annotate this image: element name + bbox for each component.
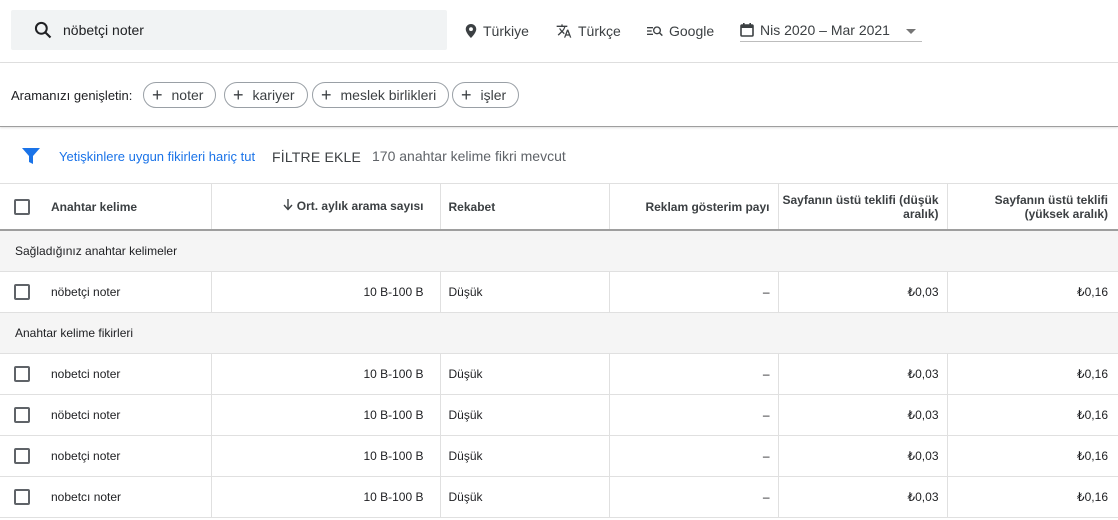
header-bid-low-label: Sayfanın üstü teklifi (düşük aralık): [782, 192, 939, 221]
section-row: Anahtar kelime fikirleri: [0, 312, 1118, 354]
chip-meslek-birlikleri[interactable]: + meslek birlikleri: [312, 82, 450, 108]
chip-kariyer[interactable]: + kariyer: [224, 82, 308, 108]
chip-noter[interactable]: + noter: [143, 82, 217, 108]
search-icon: [34, 21, 52, 39]
bid-high-cell: ₺0,16: [947, 271, 1118, 313]
header-keyword[interactable]: Anahtar kelime: [44, 184, 212, 231]
row-select-cell: [0, 435, 44, 477]
language-selector[interactable]: Türkçe: [556, 20, 621, 42]
table-row[interactable]: nobetci noter 10 B-100 B Düşük – ₺0,03 ₺…: [0, 353, 1118, 395]
keyword-cell: nobetçi noter: [44, 435, 212, 477]
table-row[interactable]: nöbetçi noter 10 B-100 B Düşük – ₺0,03 ₺…: [0, 271, 1118, 313]
keyword-cell: nobetci noter: [44, 353, 212, 395]
row-select-cell: [0, 394, 44, 436]
network-label: Google: [669, 23, 715, 39]
arrow-down-icon: [283, 199, 293, 214]
plus-icon: +: [461, 85, 472, 105]
select-all-cell: [0, 184, 44, 231]
share-cell: –: [609, 476, 779, 518]
network-selector[interactable]: Google: [647, 20, 714, 42]
table-row[interactable]: nobetçi noter 10 B-100 B Düşük – ₺0,03 ₺…: [0, 435, 1118, 477]
chip-label: meslek birlikleri: [340, 87, 437, 103]
header-avg-searches-label: Ort. aylık arama sayısı: [296, 198, 424, 213]
header-bid-low[interactable]: Sayfanın üstü teklifi (düşük aralık): [778, 184, 948, 231]
filter-row: Yetişkinlere uygun fikirleri hariç tut F…: [0, 128, 1118, 184]
table-row[interactable]: nobetcı noter 10 B-100 B Düşük – ₺0,03 ₺…: [0, 476, 1118, 518]
search-network-icon: [647, 26, 663, 37]
chip-label: kariyer: [252, 87, 295, 103]
keyword-table: Anahtar kelime Ort. aylık arama sayısı R…: [0, 184, 1118, 518]
header-impression-share[interactable]: Reklam gösterim payı: [609, 184, 779, 231]
keyword-idea-count: 170 anahtar kelime fikri mevcut: [372, 148, 566, 164]
share-cell: –: [609, 435, 779, 477]
bid-low-cell: ₺0,03: [778, 476, 948, 518]
row-checkbox[interactable]: [14, 488, 30, 505]
row-checkbox[interactable]: [14, 406, 30, 423]
keyword-cell: nöbetçi noter: [44, 271, 212, 313]
select-all-checkbox[interactable]: [14, 198, 30, 215]
add-filter-button[interactable]: FİLTRE EKLE: [272, 149, 361, 165]
chevron-down-icon[interactable]: [906, 29, 916, 34]
searches-cell: 10 B-100 B: [211, 394, 441, 436]
table-row[interactable]: nöbetci noter 10 B-100 B Düşük – ₺0,03 ₺…: [0, 394, 1118, 436]
row-checkbox[interactable]: [14, 283, 30, 300]
plus-icon: +: [152, 85, 163, 105]
bid-high-cell: ₺0,16: [947, 435, 1118, 477]
bid-low-cell: ₺0,03: [778, 271, 948, 313]
expand-label: Aramanızı genişletin:: [11, 88, 133, 103]
row-checkbox[interactable]: [14, 447, 30, 464]
bid-high-cell: ₺0,16: [947, 394, 1118, 436]
bid-low-cell: ₺0,03: [778, 394, 948, 436]
top-bar: Türkiye Türkçe Google Nis 2020 – Mar 202…: [0, 0, 1118, 63]
competition-cell: Düşük: [440, 394, 610, 436]
filter-icon[interactable]: [22, 148, 40, 164]
header-bid-high[interactable]: Sayfanın üstü teklifi (yüksek aralık): [947, 184, 1118, 231]
chip-label: noter: [171, 87, 204, 103]
location-pin-icon: [465, 24, 477, 38]
competition-cell: Düşük: [440, 353, 610, 395]
date-range-label: Nis 2020 – Mar 2021: [760, 21, 890, 38]
location-label: Türkiye: [483, 23, 529, 39]
searches-cell: 10 B-100 B: [211, 476, 441, 518]
competition-cell: Düşük: [440, 476, 610, 518]
chip-isler[interactable]: + işler: [452, 82, 520, 108]
bid-high-cell: ₺0,16: [947, 353, 1118, 395]
keyword-cell: nobetcı noter: [44, 476, 212, 518]
location-selector[interactable]: Türkiye: [465, 20, 529, 42]
date-range-selector[interactable]: Nis 2020 – Mar 2021: [740, 20, 922, 42]
competition-cell: Düşük: [440, 435, 610, 477]
calendar-icon: [740, 22, 754, 37]
plus-icon: +: [233, 85, 244, 105]
search-input[interactable]: [63, 10, 433, 50]
row-select-cell: [0, 271, 44, 313]
section-provided-label: Sağladığınız anahtar kelimeler: [0, 230, 1118, 272]
plus-icon: +: [321, 85, 332, 105]
share-cell: –: [609, 353, 779, 395]
header-avg-searches[interactable]: Ort. aylık arama sayısı: [211, 184, 441, 231]
row-select-cell: [0, 353, 44, 395]
searches-cell: 10 B-100 B: [211, 353, 441, 395]
language-label: Türkçe: [578, 23, 621, 39]
competition-cell: Düşük: [440, 271, 610, 313]
keyword-cell: nöbetci noter: [44, 394, 212, 436]
share-cell: –: [609, 271, 779, 313]
row-select-cell: [0, 476, 44, 518]
section-ideas-label: Anahtar kelime fikirleri: [0, 312, 1118, 354]
header-competition[interactable]: Rekabet: [440, 184, 610, 231]
section-row: Sağladığınız anahtar kelimeler: [0, 230, 1118, 272]
exclude-adult-ideas-link[interactable]: Yetişkinlere uygun fikirleri hariç tut: [59, 149, 255, 164]
expand-search-row: Aramanızı genişletin: + noter + kariyer + m…: [0, 63, 1118, 127]
row-checkbox[interactable]: [14, 365, 30, 382]
chip-label: işler: [480, 87, 507, 103]
share-cell: –: [609, 394, 779, 436]
search-box[interactable]: [11, 10, 447, 50]
bid-low-cell: ₺0,03: [778, 353, 948, 395]
translate-icon: [556, 24, 572, 38]
bid-high-cell: ₺0,16: [947, 476, 1118, 518]
searches-cell: 10 B-100 B: [211, 435, 441, 477]
header-bid-high-label: Sayfanın üstü teklifi (yüksek aralık): [994, 192, 1108, 221]
searches-cell: 10 B-100 B: [211, 271, 441, 313]
bid-low-cell: ₺0,03: [778, 435, 948, 477]
table-header-row: Anahtar kelime Ort. aylık arama sayısı R…: [0, 184, 1118, 231]
